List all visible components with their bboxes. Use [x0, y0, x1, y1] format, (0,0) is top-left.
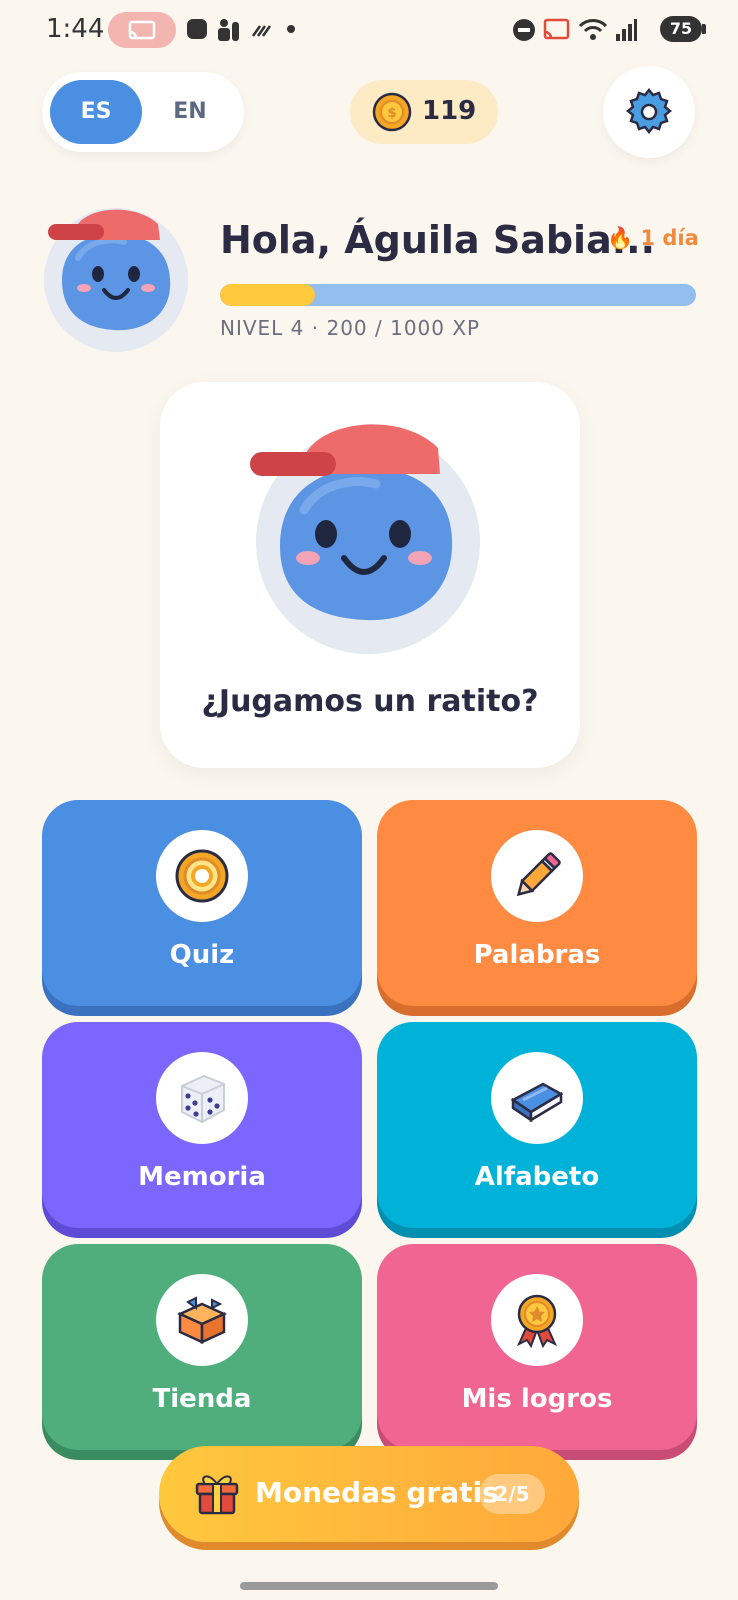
alfabeto-icon-badge — [491, 1052, 583, 1144]
blob-mascot-icon — [44, 208, 188, 352]
language-es-button[interactable]: ES — [50, 80, 142, 144]
tile-label: Memoria — [138, 1162, 266, 1192]
wear-icon — [187, 19, 207, 39]
tile-mis-logros[interactable]: Mis logros — [377, 1244, 697, 1450]
box-icon — [176, 1296, 228, 1344]
free-coins-button[interactable]: Monedas gratis 2/5 — [159, 1446, 579, 1542]
tile-label: Tienda — [152, 1384, 252, 1414]
svg-text:$: $ — [387, 106, 396, 121]
streak-badge: 🔥 1 día — [607, 226, 699, 251]
tile-memoria[interactable]: Memoria — [42, 1022, 362, 1228]
streak-label: 1 día — [640, 226, 699, 250]
mis-logros-icon-badge — [491, 1274, 583, 1366]
play-prompt-text: ¿Jugamos un ratito? — [201, 684, 539, 719]
language-toggle: ES EN — [42, 72, 244, 152]
tile-quiz[interactable]: Quiz — [42, 800, 362, 1006]
dice-icon — [181, 1074, 225, 1124]
xp-progress-bar — [220, 284, 696, 306]
cast-status-icon — [543, 18, 570, 40]
medal-icon — [516, 1294, 558, 1348]
profile-avatar[interactable] — [42, 204, 192, 354]
free-coins-label: Monedas gratis — [255, 1476, 499, 1509]
coin-count: 119 — [422, 96, 477, 126]
xp-progress-fill — [220, 284, 316, 306]
coin-icon: $ — [372, 92, 412, 132]
teams-icon — [218, 19, 239, 41]
gift-icon — [195, 1475, 239, 1515]
tile-palabras[interactable]: Palabras — [377, 800, 697, 1006]
fire-icon: 🔥 — [607, 226, 634, 250]
gesture-home-bar[interactable] — [240, 1582, 498, 1590]
pencil-icon — [516, 852, 561, 897]
notification-dot-icon — [287, 25, 295, 33]
level-text: NIVEL 4 · 200 / 1000 XP — [220, 316, 481, 340]
battery-indicator: 75 — [660, 16, 706, 42]
gear-icon — [625, 87, 673, 135]
target-icon — [175, 849, 229, 903]
blob-mascot-icon — [250, 424, 480, 654]
tile-label: Alfabeto — [474, 1162, 600, 1192]
tile-label: Palabras — [473, 940, 601, 970]
tile-tienda[interactable]: Tienda — [42, 1244, 362, 1450]
clock: 1:44 — [46, 14, 105, 44]
book-icon — [510, 1082, 564, 1123]
quiz-icon-badge — [156, 830, 248, 922]
tile-alfabeto[interactable]: Alfabeto — [377, 1022, 697, 1228]
tile-label: Mis logros — [461, 1384, 613, 1414]
memoria-icon-badge — [156, 1052, 248, 1144]
tile-label: Quiz — [169, 940, 235, 970]
no-signal-icon — [251, 25, 272, 37]
tienda-icon-badge — [156, 1274, 248, 1366]
settings-button[interactable] — [603, 66, 695, 158]
free-coins-count-badge: 2/5 — [479, 1474, 545, 1514]
play-prompt-card[interactable]: ¿Jugamos un ratito? — [160, 382, 580, 768]
coin-balance[interactable]: $ 119 — [350, 80, 498, 144]
palabras-icon-badge — [491, 830, 583, 922]
screen-cast-indicator[interactable] — [108, 12, 176, 48]
dnd-icon — [513, 19, 535, 41]
language-en-button[interactable]: EN — [144, 80, 236, 144]
signal-icon — [616, 19, 637, 41]
wifi-icon — [578, 19, 608, 40]
cast-icon — [128, 20, 156, 40]
greeting-title: Hola, Águila Sabia... — [220, 218, 656, 262]
status-bar: 1:44 75 — [0, 0, 738, 60]
